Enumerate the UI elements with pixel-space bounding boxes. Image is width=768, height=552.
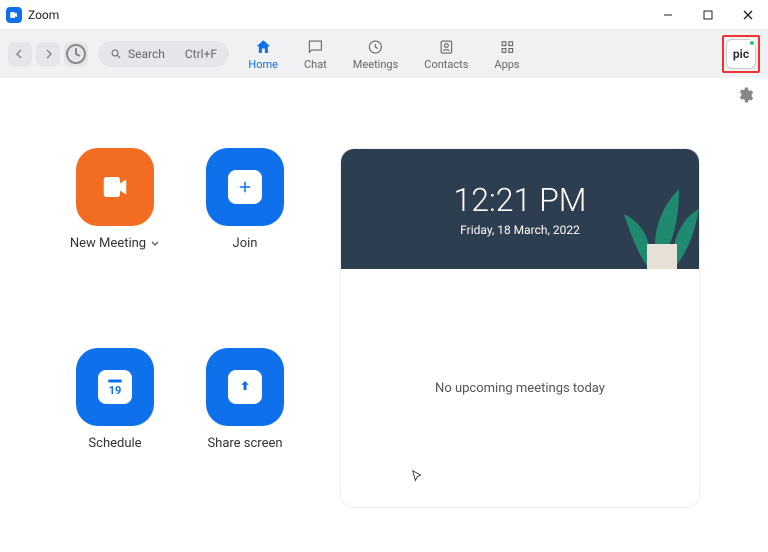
- home-icon: [254, 38, 272, 56]
- join-label: Join: [233, 236, 258, 251]
- action-grid: New Meeting Join 19 Schedule Share: [60, 148, 300, 508]
- calendar-panel: 12:21 PM Friday, 18 March, 2022 No upcom…: [340, 148, 700, 508]
- apps-icon: [498, 38, 516, 56]
- search-icon: [110, 48, 122, 60]
- join-action[interactable]: Join: [190, 148, 300, 308]
- empty-meetings-text: No upcoming meetings today: [435, 381, 605, 396]
- schedule-label: Schedule: [88, 436, 141, 451]
- nav-forward-button[interactable]: [36, 42, 60, 66]
- history-button[interactable]: [64, 42, 88, 66]
- schedule-action[interactable]: 19 Schedule: [60, 348, 170, 508]
- panel-header: 12:21 PM Friday, 18 March, 2022: [341, 149, 699, 269]
- tab-home[interactable]: Home: [248, 38, 278, 71]
- new-meeting-action[interactable]: New Meeting: [60, 148, 170, 308]
- profile-menu-highlight: pic: [722, 35, 760, 73]
- cursor-icon: [411, 469, 425, 487]
- minimize-button[interactable]: [648, 0, 688, 30]
- settings-button[interactable]: [736, 86, 754, 108]
- tab-contacts[interactable]: Contacts: [424, 38, 468, 71]
- tab-chat-label: Chat: [304, 58, 327, 71]
- chat-icon: [306, 38, 324, 56]
- zoom-app-icon: [6, 7, 22, 23]
- calendar-icon: 19: [76, 348, 154, 426]
- home-content: New Meeting Join 19 Schedule Share: [0, 108, 768, 528]
- plus-icon: [206, 148, 284, 226]
- share-icon: [206, 348, 284, 426]
- contacts-icon: [437, 38, 455, 56]
- clock-time: 12:21 PM: [454, 181, 587, 219]
- search-input[interactable]: Search Ctrl+F: [98, 41, 229, 67]
- maximize-button[interactable]: [688, 0, 728, 30]
- video-icon: [76, 148, 154, 226]
- tab-apps[interactable]: Apps: [494, 38, 519, 71]
- window-title: Zoom: [28, 8, 59, 22]
- share-screen-label: Share screen: [207, 436, 282, 451]
- tab-apps-label: Apps: [494, 58, 519, 71]
- clock-date: Friday, 18 March, 2022: [460, 223, 580, 237]
- plant-decoration: [619, 149, 699, 269]
- tab-home-label: Home: [248, 58, 278, 71]
- presence-dot: [748, 39, 756, 47]
- gear-icon: [736, 86, 754, 104]
- chevron-down-icon[interactable]: [150, 239, 160, 249]
- tab-meetings-label: Meetings: [353, 58, 398, 71]
- new-meeting-label: New Meeting: [70, 236, 146, 251]
- titlebar: Zoom: [0, 0, 768, 30]
- tab-contacts-label: Contacts: [424, 58, 468, 71]
- tab-meetings[interactable]: Meetings: [353, 38, 398, 71]
- close-button[interactable]: [728, 0, 768, 30]
- calendar-day-number: 19: [109, 384, 122, 397]
- panel-body: No upcoming meetings today: [341, 269, 699, 507]
- share-screen-action[interactable]: Share screen: [190, 348, 300, 508]
- search-shortcut: Ctrl+F: [185, 47, 217, 61]
- clock-icon: [367, 38, 385, 56]
- toolbar: Search Ctrl+F Home Chat Meetings Contact…: [0, 30, 768, 78]
- nav-back-button[interactable]: [8, 42, 32, 66]
- search-label: Search: [128, 47, 165, 61]
- main-tabs: Home Chat Meetings Contacts Apps: [248, 30, 519, 78]
- tab-chat[interactable]: Chat: [304, 38, 327, 71]
